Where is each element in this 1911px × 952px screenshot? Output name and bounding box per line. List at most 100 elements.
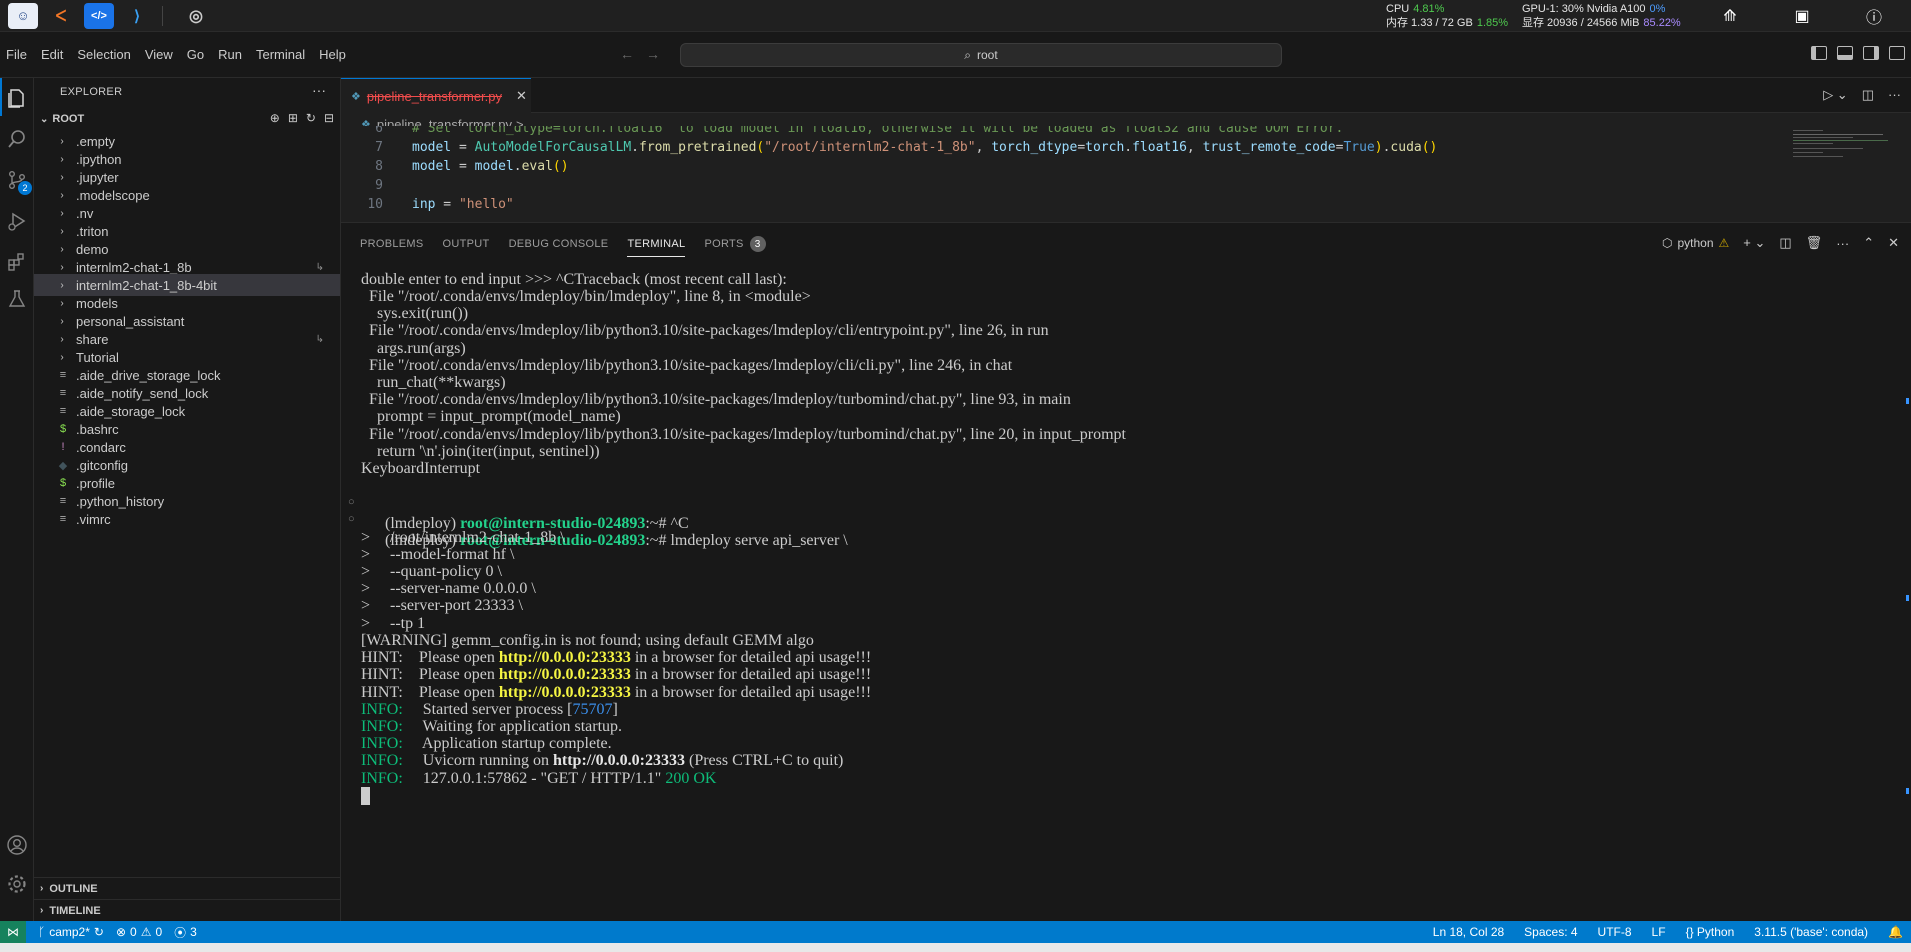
- hint-suffix: in a browser for detailed api usage!!!: [630, 666, 872, 683]
- minimap[interactable]: [1793, 126, 1893, 186]
- extensions-icon[interactable]: [5, 250, 29, 274]
- python-interpreter[interactable]: 3.11.5 ('base': conda): [1754, 925, 1868, 939]
- terminal-output[interactable]: double enter to end input >>> ^CTracebac…: [348, 269, 1891, 919]
- code-text: model = AutoModelForCausalLM.from_pretra…: [412, 140, 1438, 155]
- tree-item-label: .aide_notify_send_lock: [76, 385, 209, 401]
- indentation[interactable]: Spaces: 4: [1524, 925, 1577, 939]
- customize-layout-icon[interactable]: [1889, 46, 1905, 60]
- explorer-icon[interactable]: [5, 86, 29, 110]
- tab-debug-console[interactable]: DEBUG CONSOLE: [509, 223, 609, 265]
- ports-label: PORTS: [704, 238, 744, 250]
- code-server-icon[interactable]: </>: [84, 2, 114, 29]
- info-icon[interactable]: ⓘ: [1862, 4, 1886, 28]
- timeline-section[interactable]: › TIMELINE: [34, 899, 340, 921]
- chevron-right-icon: ›: [60, 225, 64, 237]
- tree-item-label: internlm2-chat-1_8b-4bit: [76, 277, 217, 293]
- new-terminal-icon[interactable]: + ⌄: [1743, 235, 1765, 251]
- close-panel-icon[interactable]: ✕: [1888, 235, 1899, 251]
- more-actions-icon[interactable]: ···: [1836, 236, 1849, 251]
- notifications-bell-icon[interactable]: 🔔: [1888, 925, 1903, 939]
- menu-view[interactable]: View: [138, 47, 180, 62]
- run-file-icon[interactable]: ▷ ⌄: [1823, 87, 1848, 103]
- tree-item-label: .python_history: [76, 493, 165, 509]
- encoding[interactable]: UTF-8: [1598, 925, 1632, 939]
- collapse-all-icon[interactable]: ⊟: [324, 111, 334, 125]
- explorer-sidebar: EXPLORER ··· ⌄ ROOT ⊕ ⊞ ↻ ⊟ › .empty › .ipy…: [34, 78, 341, 921]
- account-icon[interactable]: [5, 833, 29, 857]
- problems-summary[interactable]: ⊗ 0 ⚠ 0: [116, 925, 162, 939]
- jupyter-icon[interactable]: ᐸ: [46, 3, 76, 29]
- line-number: 7: [375, 140, 383, 155]
- outline-section[interactable]: › OUTLINE: [34, 877, 340, 899]
- hint-url[interactable]: http://0.0.0.0:23333: [499, 666, 631, 683]
- branch-icon: ᚴ: [38, 925, 46, 939]
- menu-run[interactable]: Run: [211, 47, 249, 62]
- terminal-cursor: [361, 787, 370, 806]
- refresh-icon[interactable]: ↻: [306, 111, 316, 125]
- tree-item-label: .vimrc: [76, 511, 111, 527]
- tree-item-label: .condarc: [76, 439, 126, 455]
- image-icon[interactable]: ▣: [1790, 4, 1814, 28]
- command-center[interactable]: ⌕ root: [680, 43, 1282, 67]
- brand-logo-icon[interactable]: ⟰: [1718, 4, 1742, 28]
- code-text: model = model.eval(): [412, 159, 569, 174]
- tab-terminal[interactable]: TERMINAL: [627, 223, 686, 265]
- menu-help[interactable]: Help: [312, 47, 353, 62]
- run-debug-icon[interactable]: [5, 209, 29, 233]
- command-center-label: root: [977, 48, 998, 62]
- split-terminal-icon[interactable]: ◫: [1779, 235, 1791, 251]
- back-arrow-icon[interactable]: ←: [620, 46, 634, 62]
- settings-gear-icon[interactable]: [5, 872, 29, 896]
- toggle-sidebar-icon[interactable]: [1811, 46, 1827, 60]
- python-file-icon: ❖: [351, 90, 361, 103]
- language-mode[interactable]: {} Python: [1686, 925, 1735, 939]
- tree-item-label: .bashrc: [76, 421, 119, 437]
- menu-selection[interactable]: Selection: [70, 47, 137, 62]
- split-editor-icon[interactable]: ◫: [1862, 87, 1874, 103]
- line-number: 9: [375, 178, 383, 193]
- app-avatar-icon[interactable]: ☺: [8, 2, 38, 29]
- info-label: INFO:: [361, 752, 403, 769]
- search-icon: ⌕: [964, 47, 972, 62]
- git-branch[interactable]: ᚴ camp2* ↻: [38, 925, 104, 939]
- explorer-actions: ⊕ ⊞ ↻ ⊟: [270, 111, 334, 125]
- file-item[interactable]: ≡ .vimrc: [34, 508, 340, 530]
- new-folder-icon[interactable]: ⊞: [288, 111, 298, 125]
- toggle-secondary-sidebar-icon[interactable]: [1863, 46, 1879, 60]
- more-actions-icon[interactable]: ···: [1888, 87, 1901, 103]
- vscode-icon[interactable]: ⟩: [122, 3, 152, 29]
- terminal-selector[interactable]: ⬡ python ⚠: [1662, 236, 1729, 250]
- ports-status[interactable]: ⦿ 3: [174, 924, 197, 941]
- line-ending[interactable]: LF: [1652, 925, 1666, 939]
- kill-terminal-icon[interactable]: 🗑: [1806, 235, 1823, 251]
- server-url[interactable]: http://0.0.0.0:23333: [553, 752, 685, 769]
- new-file-icon[interactable]: ⊕: [270, 111, 280, 125]
- menu-file[interactable]: File: [0, 47, 34, 62]
- forward-arrow-icon[interactable]: →: [646, 46, 660, 62]
- remote-indicator-icon[interactable]: ⋈: [0, 921, 26, 943]
- more-actions-icon[interactable]: ···: [312, 82, 326, 98]
- toggle-panel-icon[interactable]: [1837, 46, 1853, 60]
- menu-go[interactable]: Go: [180, 47, 211, 62]
- tab-ports[interactable]: PORTS 3: [704, 223, 766, 265]
- memory-label: 内存 1.33 / 72 GB: [1386, 17, 1473, 29]
- tab-pipeline-transformer[interactable]: ❖ pipeline_transformer.py ✕: [341, 78, 531, 113]
- menu-edit[interactable]: Edit: [34, 47, 70, 62]
- menu-terminal[interactable]: Terminal: [249, 47, 312, 62]
- code-line: 8 model = model.eval(): [341, 157, 569, 176]
- tab-problems[interactable]: PROBLEMS: [360, 223, 424, 265]
- testing-icon[interactable]: [5, 287, 29, 311]
- source-control-icon[interactable]: 2: [5, 168, 32, 195]
- code-editor[interactable]: 6 # Set `torch_dtype=torch.float16` to l…: [341, 126, 1911, 222]
- line-number: 6: [375, 126, 383, 136]
- tab-output[interactable]: OUTPUT: [443, 223, 490, 265]
- cursor-position[interactable]: Ln 18, Col 28: [1433, 925, 1504, 939]
- gpu-stats: GPU-1: 30% Nvidia A100 0% 显存 20936 / 2456…: [1522, 0, 1681, 32]
- compass-icon[interactable]: ◎: [181, 3, 211, 29]
- search-icon[interactable]: [5, 127, 29, 151]
- close-icon[interactable]: ✕: [516, 88, 527, 104]
- maximize-panel-icon[interactable]: ⌃: [1863, 235, 1874, 251]
- chevron-right-icon: ›: [60, 279, 64, 291]
- chevron-right-icon: ›: [60, 207, 64, 219]
- root-folder-label: ROOT: [52, 113, 85, 125]
